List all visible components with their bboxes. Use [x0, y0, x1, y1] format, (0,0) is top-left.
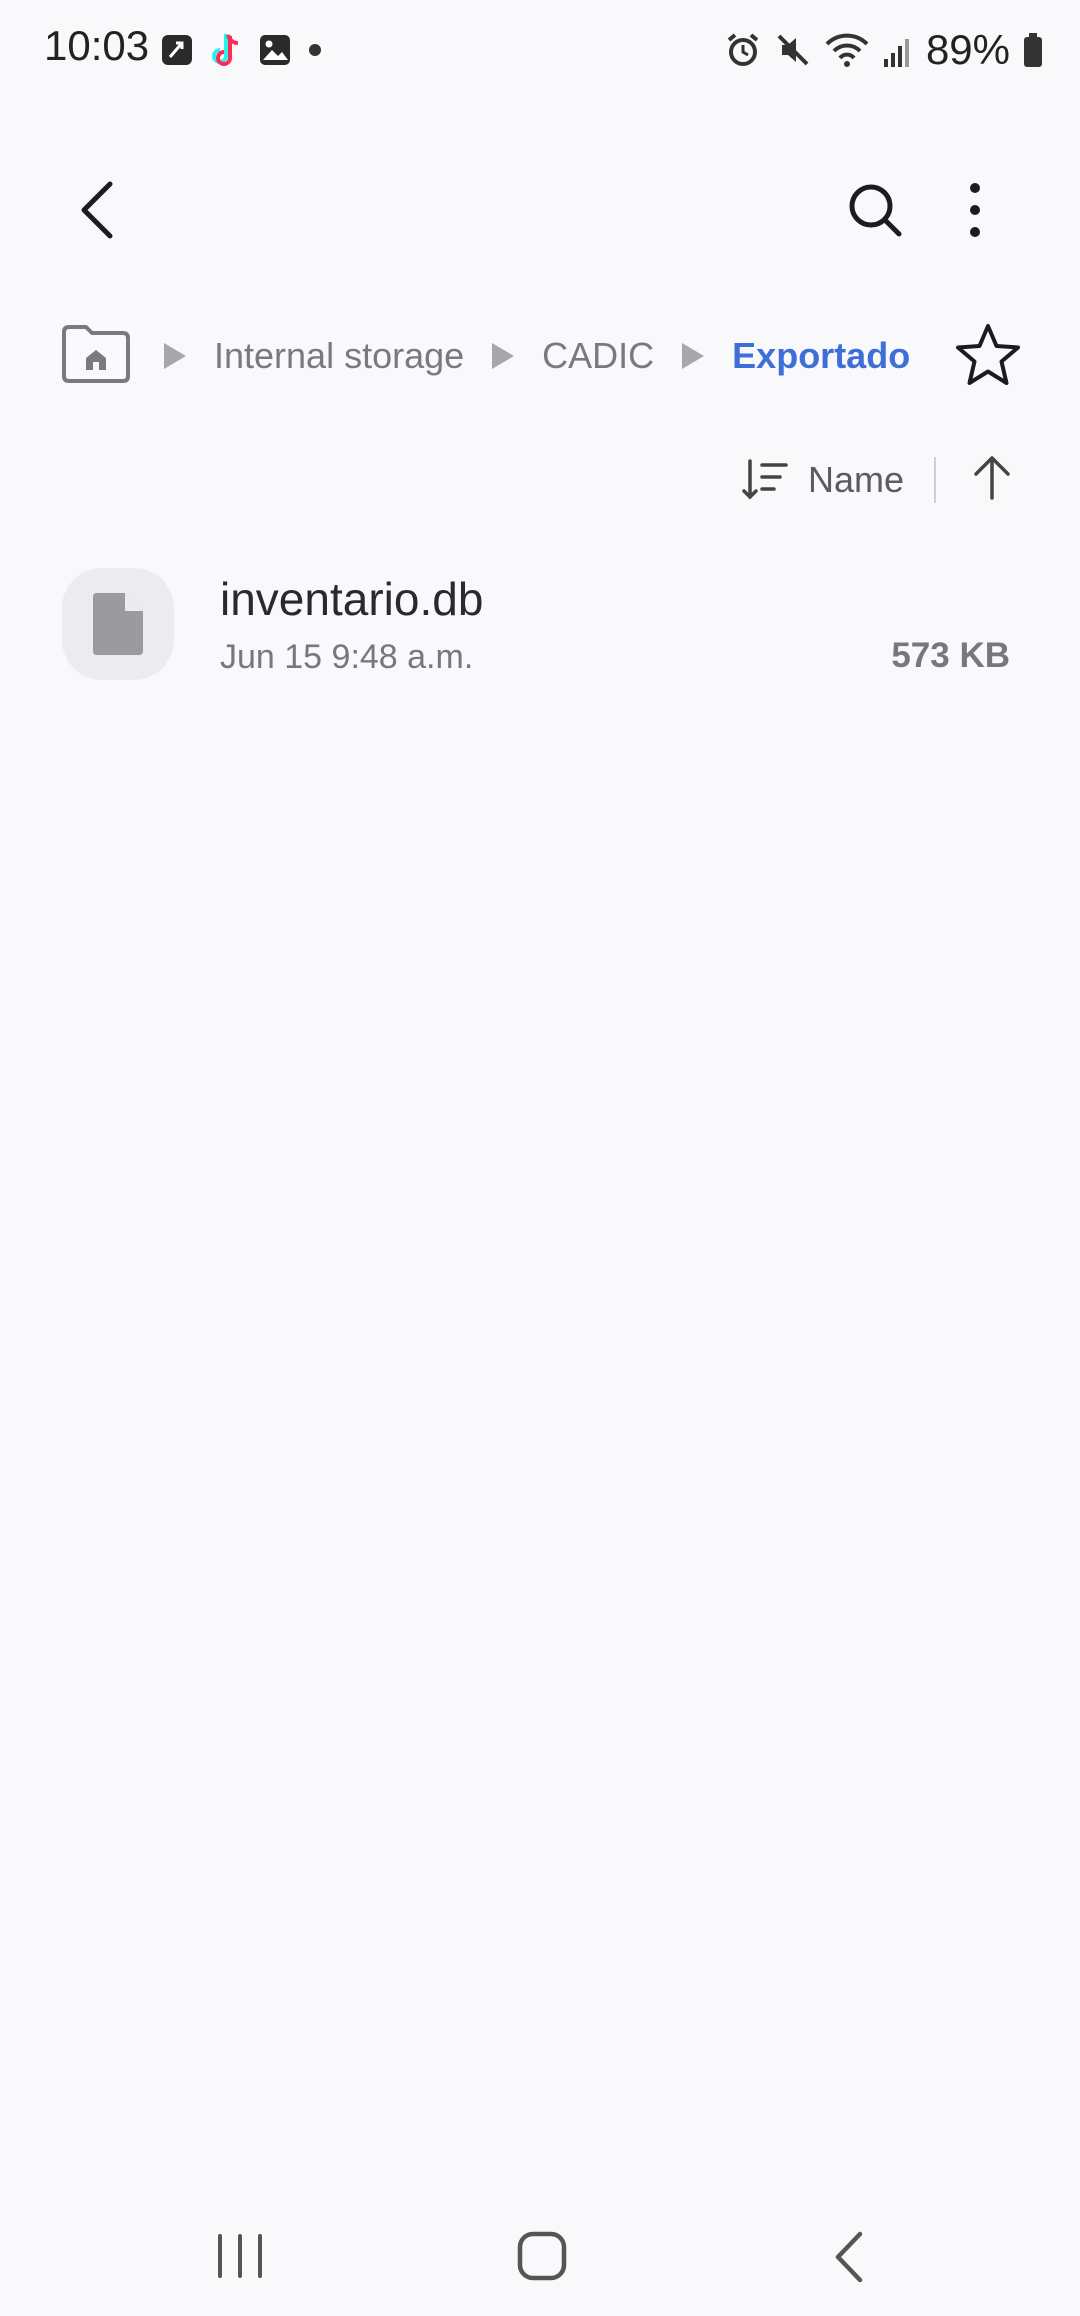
sort-by-button[interactable]: Name — [740, 455, 934, 505]
mute-icon — [777, 34, 809, 66]
back-button[interactable] — [60, 170, 140, 250]
back-icon — [835, 2231, 863, 2283]
sort-label: Name — [807, 459, 904, 500]
document-icon — [93, 593, 143, 655]
back-icon — [81, 181, 113, 239]
home-button[interactable] — [510, 2224, 576, 2290]
breadcrumb-arrow-icon — [164, 343, 186, 369]
tiktok-icon — [212, 34, 239, 66]
search-icon — [849, 184, 902, 237]
battery-icon — [1024, 33, 1042, 67]
file-name: inventario.db — [220, 573, 484, 625]
sort-icon — [742, 459, 788, 500]
sort-bar: Name — [740, 448, 1018, 512]
wifi-icon — [825, 33, 869, 67]
status-time: 10:03 — [44, 22, 150, 69]
status-bar: 10:03 89% — [0, 0, 1080, 100]
system-nav-bar — [0, 2200, 1080, 2316]
status-right: 89% — [724, 22, 1044, 78]
file-date: Jun 15 9:48 a.m. — [220, 638, 474, 676]
phone-call-icon — [162, 35, 192, 65]
file-list-item[interactable]: inventario.db Jun 15 9:48 a.m. 573 KB — [0, 560, 1080, 690]
notification-icons — [160, 30, 324, 70]
nav-back-button[interactable] — [820, 2224, 880, 2290]
more-options-icon — [970, 183, 980, 237]
breadcrumb-internal-storage[interactable]: Internal storage — [214, 335, 464, 377]
signal-icon — [883, 39, 909, 67]
home-folder-button[interactable] — [60, 322, 162, 391]
more-options-button[interactable] — [935, 170, 1015, 250]
favorite-button[interactable] — [950, 318, 1026, 394]
breadcrumb-exportado[interactable]: Exportado — [732, 335, 910, 377]
breadcrumb-cadic[interactable]: CADIC — [542, 335, 654, 377]
breadcrumb-arrow-icon — [492, 343, 515, 369]
sort-divider — [934, 457, 936, 503]
file-thumbnail — [62, 568, 174, 680]
recent-apps-icon — [218, 2234, 262, 2278]
file-size: 573 KB — [891, 636, 1010, 675]
breadcrumb: Internal storage CADIC Exportado — [60, 318, 1020, 394]
notification-dot-icon — [309, 44, 321, 56]
gallery-icon — [260, 35, 290, 65]
search-button[interactable] — [835, 170, 915, 250]
arrow-up-icon — [974, 455, 1010, 500]
recent-apps-button[interactable] — [210, 2228, 270, 2284]
home-icon — [517, 2231, 567, 2281]
home-folder-icon — [62, 324, 130, 383]
top-toolbar — [0, 160, 1080, 260]
star-icon — [956, 324, 1020, 385]
sort-direction-button[interactable] — [966, 452, 1018, 509]
battery-percent: 89% — [925, 26, 1010, 73]
breadcrumb-arrow-icon — [682, 343, 705, 369]
file-manager-screen: 10:03 89% Internal storage CADIC Exporta… — [0, 0, 1080, 2316]
alarm-icon — [727, 33, 759, 66]
